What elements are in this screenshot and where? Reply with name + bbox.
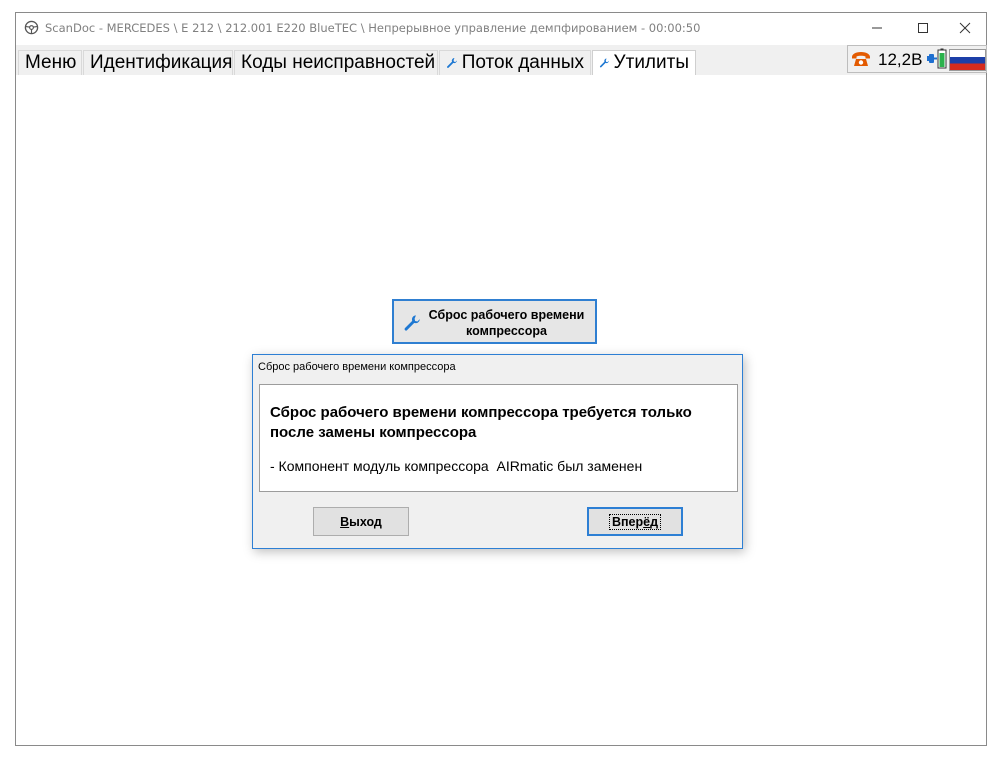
confirm-dialog: Сброс рабочего времени компрессора Сброс… [252, 354, 743, 549]
maximize-icon [918, 23, 928, 33]
tab-bar: Меню Идентификация Коды неисправностей П… [16, 45, 987, 75]
next-button-label: Вперёд [608, 513, 662, 530]
maximize-button[interactable] [900, 13, 946, 43]
title-bar: ScanDoc - MERCEDES \ E 212 \ 212.001 E22… [16, 13, 986, 43]
tab-label: Утилиты [613, 52, 689, 73]
dialog-headline: Сброс рабочего времени компрессора требу… [270, 404, 692, 441]
plug-battery-icon [927, 48, 947, 69]
dialog-title: Сброс рабочего времени компрессора [258, 361, 456, 373]
flag-graphic [950, 50, 985, 70]
close-icon [959, 22, 971, 34]
dialog-detail: - Компонент модуль компрессора AIRmatic … [270, 458, 643, 474]
close-button[interactable] [942, 13, 988, 43]
minimize-icon [872, 27, 882, 29]
label-part: ыход [349, 514, 382, 529]
tab-data-stream[interactable]: Поток данных [439, 50, 591, 75]
compressor-reset-label: Сброс рабочего времени компрессора [424, 307, 589, 339]
steering-wheel-icon [24, 20, 39, 35]
wrench-icon [447, 58, 457, 68]
tab-menu[interactable]: Меню [18, 50, 82, 75]
phone-icon [852, 52, 870, 66]
label-part: д [650, 514, 659, 529]
wrench-icon [404, 315, 420, 331]
minimize-button[interactable] [854, 13, 900, 43]
status-panel: 12,2В [847, 45, 987, 73]
exit-button-label: Выход [340, 515, 382, 529]
compressor-reset-button[interactable]: Сброс рабочего времени компрессора [392, 299, 597, 344]
next-button[interactable]: Вперёд [587, 507, 683, 536]
mnemonic-letter: В [340, 514, 350, 529]
wrench-icon [599, 58, 609, 68]
voltage-readout: 12,2В [878, 50, 923, 69]
label-line-2: компрессора [466, 324, 547, 338]
russian-flag-icon[interactable] [949, 49, 986, 71]
tab-label: Меню [25, 52, 77, 73]
tab-label: Идентификация [90, 52, 233, 73]
label-line-1: Сброс рабочего времени [428, 308, 585, 322]
exit-button[interactable]: Выход [313, 507, 409, 536]
tab-label: Поток данных [461, 52, 584, 73]
window-title: ScanDoc - MERCEDES \ E 212 \ 212.001 E22… [45, 21, 701, 35]
label-part: Впер [611, 514, 644, 529]
tab-label: Коды неисправностей [241, 52, 436, 73]
tab-fault-codes[interactable]: Коды неисправностей [234, 50, 438, 75]
tab-utilities[interactable]: Утилиты [592, 50, 696, 75]
tab-identification[interactable]: Идентификация [83, 50, 233, 75]
dialog-message-box: Сброс рабочего времени компрессора требу… [259, 384, 738, 492]
